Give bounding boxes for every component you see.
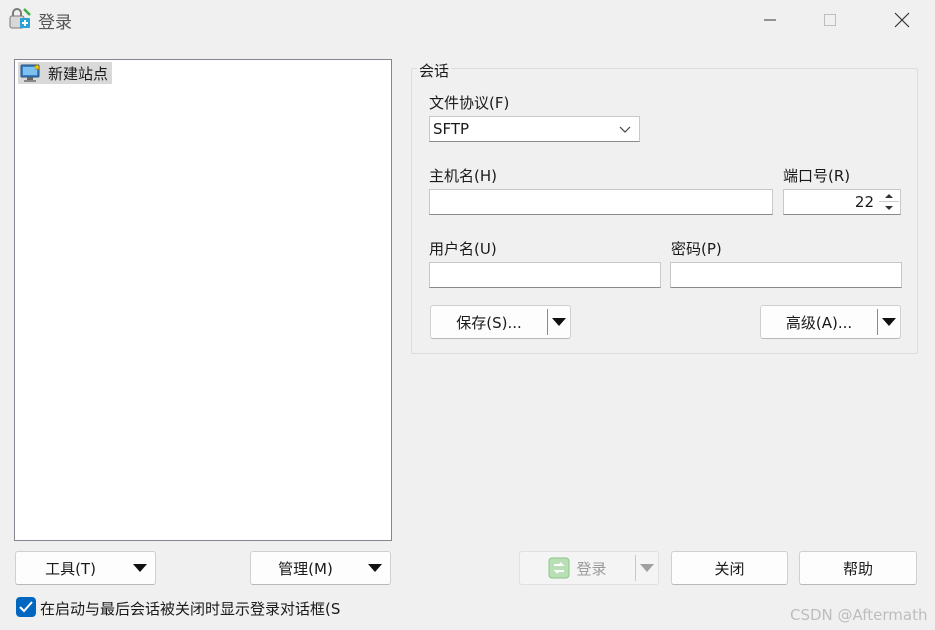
window-title: 登录	[38, 13, 72, 33]
checkmark-icon	[19, 601, 33, 613]
session-group-label: 会话	[417, 60, 452, 81]
username-label: 用户名(U)	[429, 240, 497, 258]
help-button[interactable]: 帮助	[799, 551, 917, 585]
close-button[interactable]: 关闭	[671, 551, 788, 585]
site-tree[interactable]: 新建站点	[14, 59, 392, 541]
login-icon	[548, 557, 570, 579]
port-increment-button[interactable]	[879, 191, 899, 202]
host-label: 主机名(H)	[429, 167, 497, 185]
triangle-down-icon	[133, 564, 147, 572]
protocol-label: 文件协议(F)	[429, 94, 510, 112]
watermark-text: CSDN @Aftermath	[790, 606, 928, 624]
maximize-button[interactable]	[800, 0, 860, 40]
advanced-dropdown-button[interactable]	[878, 318, 900, 326]
save-dropdown-button[interactable]	[548, 318, 570, 326]
triangle-down-icon	[552, 318, 566, 326]
advanced-button-label: 高级(A)...	[785, 313, 853, 332]
protocol-select[interactable]: SFTP	[429, 116, 640, 142]
close-icon	[894, 12, 910, 28]
triangle-down-icon	[882, 318, 896, 326]
username-input[interactable]	[429, 262, 661, 288]
close-window-button[interactable]	[872, 0, 932, 40]
login-button-label: 登录	[576, 559, 607, 578]
advanced-button[interactable]: 高级(A)...	[760, 305, 901, 339]
close-button-label: 关闭	[714, 559, 745, 578]
tools-dropdown-arrow[interactable]	[125, 564, 155, 572]
save-button[interactable]: 保存(S)...	[430, 305, 571, 339]
port-spinner[interactable]: 22	[783, 189, 901, 215]
tools-button-label: 工具(T)	[45, 559, 96, 578]
minimize-button[interactable]	[740, 0, 800, 40]
minimize-icon	[764, 19, 776, 21]
login-button-content: 登录	[520, 557, 635, 579]
tools-button[interactable]: 工具(T)	[15, 551, 156, 585]
save-button-label: 保存(S)...	[456, 313, 522, 332]
show-login-dialog-checkbox[interactable]	[16, 597, 36, 617]
triangle-down-icon	[368, 564, 382, 572]
winscp-app-icon	[9, 7, 33, 31]
port-label: 端口号(R)	[783, 167, 851, 185]
site-item-new-site[interactable]: 新建站点	[18, 62, 113, 84]
caret-down-icon	[885, 205, 893, 210]
port-value: 22	[854, 193, 874, 211]
password-label: 密码(P)	[671, 240, 722, 258]
site-item-label: 新建站点	[48, 64, 109, 83]
port-decrement-button[interactable]	[879, 202, 899, 213]
new-site-monitor-icon	[20, 63, 42, 83]
caret-up-icon	[885, 194, 893, 198]
manage-dropdown-arrow[interactable]	[360, 564, 390, 572]
help-button-label: 帮助	[842, 559, 873, 578]
maximize-icon	[824, 14, 836, 26]
manage-button[interactable]: 管理(M)	[250, 551, 391, 585]
triangle-down-icon	[640, 564, 654, 572]
login-dropdown-button[interactable]	[636, 564, 658, 572]
password-input[interactable]	[670, 262, 902, 288]
protocol-value: SFTP	[433, 120, 470, 138]
manage-button-label: 管理(M)	[278, 559, 333, 578]
host-input[interactable]	[429, 189, 773, 215]
show-login-dialog-label[interactable]: 在启动与最后会话被关闭时显示登录对话框(S	[40, 598, 355, 619]
login-button[interactable]: 登录	[519, 551, 659, 585]
chevron-down-icon	[619, 126, 631, 133]
